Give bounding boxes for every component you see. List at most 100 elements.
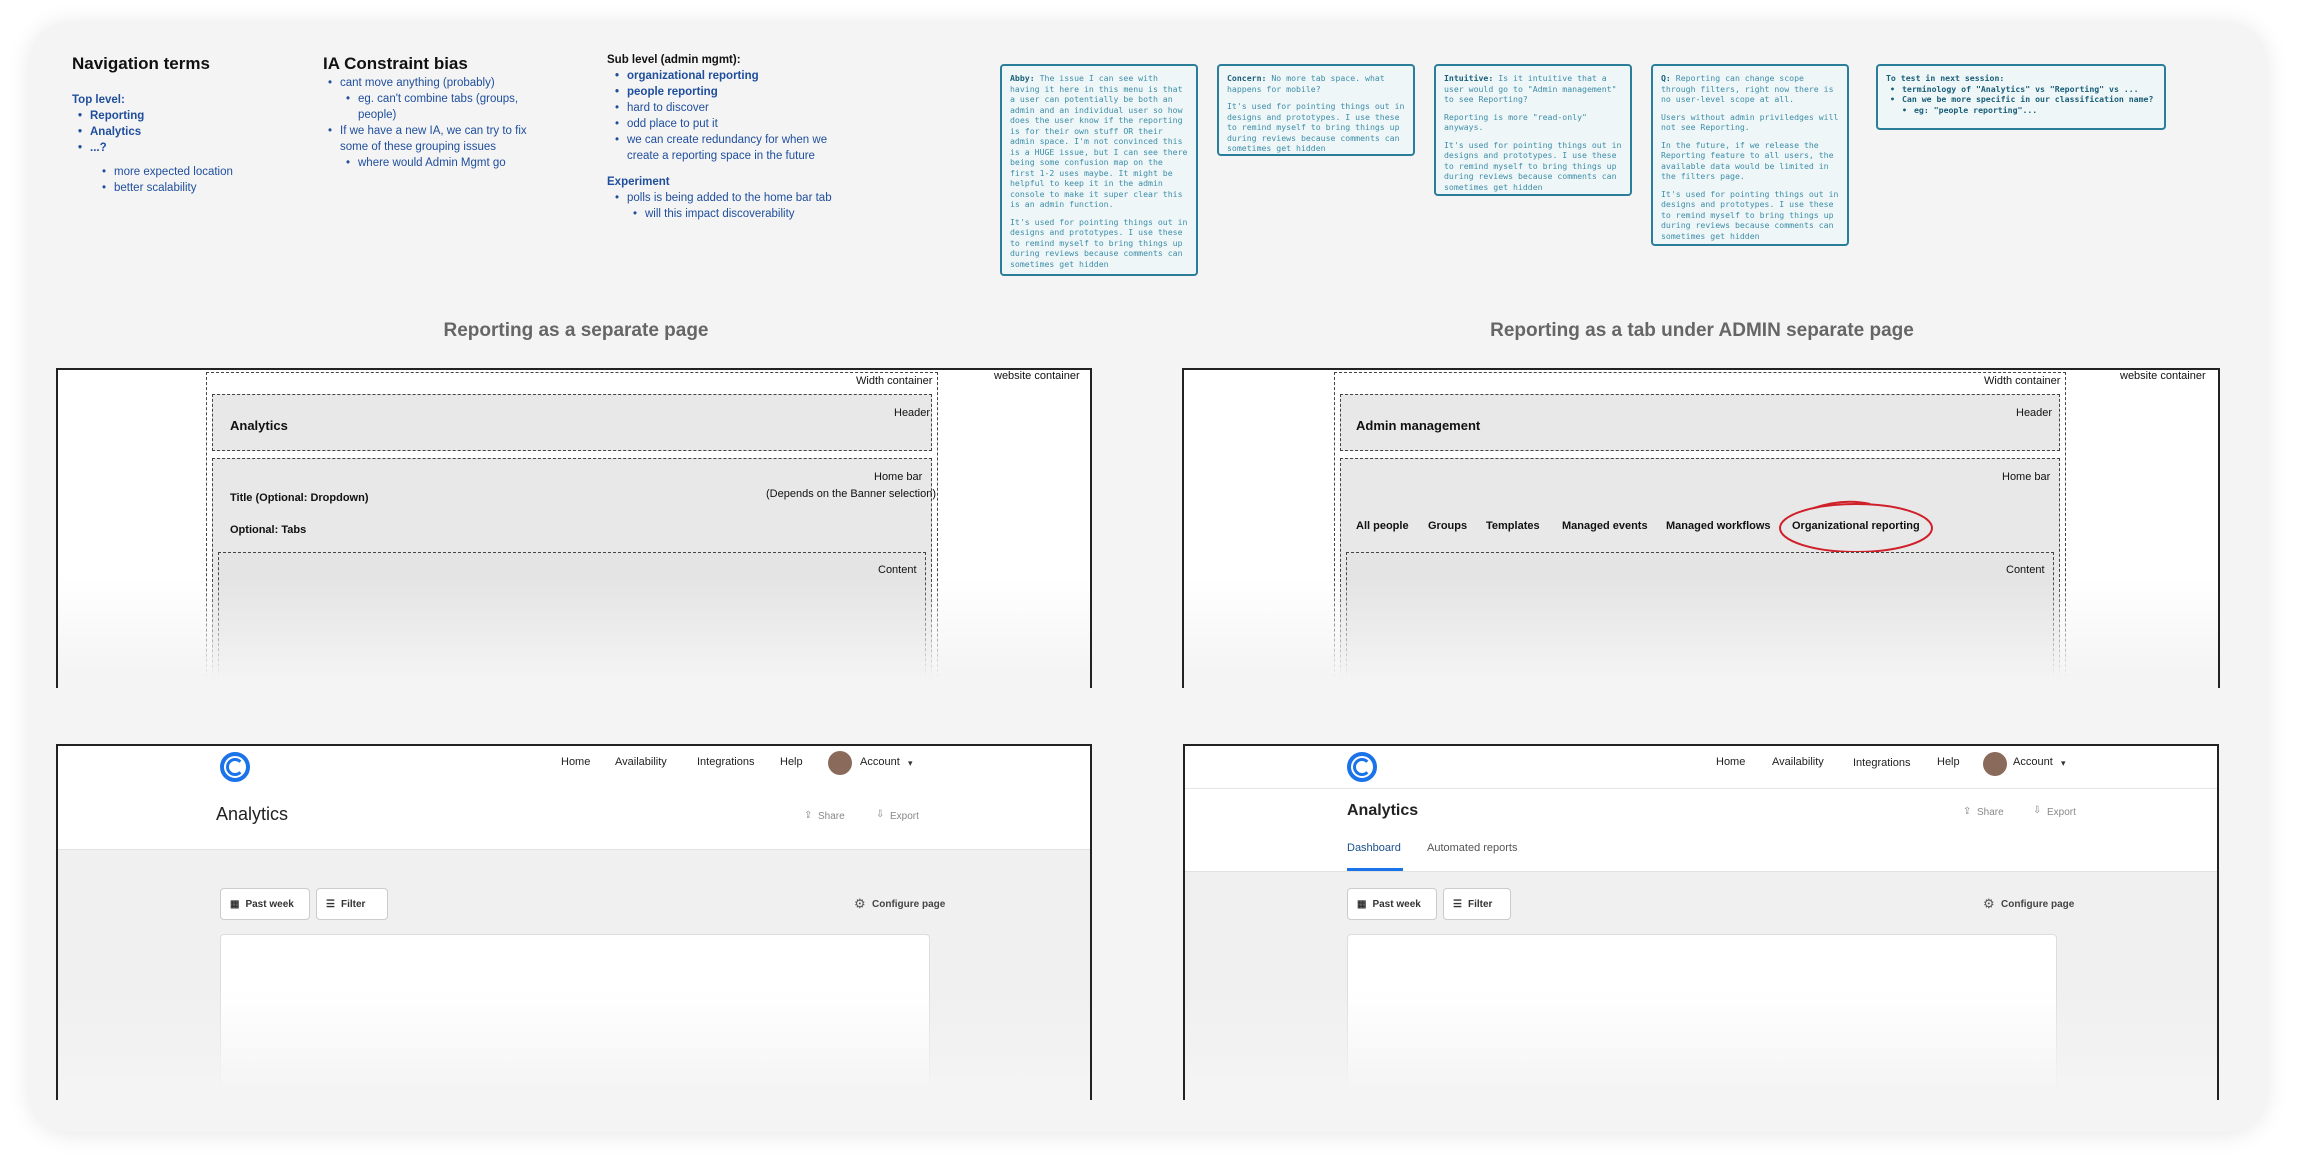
nav-availability[interactable]: Availability [615, 756, 667, 768]
tab-automated-reports[interactable]: Automated reports [1427, 842, 1518, 854]
logo-inner-icon [226, 758, 244, 776]
header-label: Header [894, 407, 931, 419]
nav-home[interactable]: Home [1716, 756, 1745, 768]
experiment-sub-item: will this impact discoverability [633, 206, 847, 222]
nav-integrations[interactable]: Integrations [1853, 757, 1910, 769]
tab-templates[interactable]: Templates [1486, 520, 1540, 532]
nav-help[interactable]: Help [1937, 756, 1960, 768]
sub-level-title: Sub level (admin mgmt): [607, 54, 741, 66]
header-title: Admin management [1356, 418, 1481, 433]
share-icon[interactable]: ⇪ [804, 810, 812, 821]
content-label: Content [878, 564, 917, 576]
past-week-button[interactable]: ▦ Past week [1347, 888, 1437, 920]
past-week-button[interactable]: ▦ Past week [220, 888, 310, 920]
tabs-optional-label: Optional: Tabs [230, 524, 307, 536]
header-label: Header [2016, 407, 2053, 419]
sticky-text: It's used for pointing things out in des… [1227, 101, 1405, 153]
chevron-down-icon[interactable]: ▾ [2061, 758, 2066, 769]
export-icon[interactable]: ⇩ [876, 809, 884, 820]
chevron-down-icon[interactable]: ▾ [908, 758, 913, 769]
export-button[interactable]: Export [2047, 807, 2076, 818]
sub-item: we can create redundancy for when we cre… [615, 132, 847, 164]
sticky-text: It's used for pointing things out in des… [1444, 139, 1622, 192]
export-button[interactable]: Export [890, 811, 919, 822]
nav-sub-item: more expected location [102, 164, 272, 180]
ia-sub-item: eg. can't combine tabs (groups, people) [346, 91, 538, 123]
sticky-item: terminology of "Analytics" vs "Reporting… [1890, 84, 2156, 95]
sub-item: organizational reporting [615, 68, 847, 84]
experiment-item: polls is being added to the home bar tab [615, 190, 847, 206]
title-optional-label: Title (Optional: Dropdown) [230, 492, 369, 504]
ia-item: If we have a new IA, we can try to fix s… [328, 123, 538, 155]
content-label: Content [2006, 564, 2045, 576]
share-button[interactable]: Share [818, 811, 845, 822]
sticky-item: eg: "people reporting"... [1902, 105, 2156, 116]
export-icon[interactable]: ⇩ [2033, 805, 2041, 816]
home-bar-label: Home bar [2002, 471, 2051, 483]
fade-overlay [58, 990, 1090, 1100]
active-tab-indicator [1347, 868, 1403, 871]
sticky-lead: Abby: [1010, 73, 1035, 83]
section-title-left: Reporting as a separate page [443, 320, 709, 341]
configure-page-button[interactable]: Configure page [2001, 899, 2074, 910]
nav-terms-title: Navigation terms [72, 54, 210, 73]
nav-help[interactable]: Help [780, 756, 803, 768]
ia-title: IA Constraint bias [323, 54, 468, 73]
gear-icon[interactable]: ⚙ [854, 896, 866, 912]
tab-all-people[interactable]: All people [1356, 520, 1409, 532]
page-title: Analytics [216, 804, 289, 824]
nav-integrations[interactable]: Integrations [697, 756, 754, 768]
sub-item: hard to discover [615, 100, 847, 116]
wireframe-separate-page: website container Width container Header… [56, 368, 1092, 688]
sticky-text: The issue I can see with having it here … [1010, 73, 1188, 209]
canvas-board: Navigation terms Top level: Reporting An… [30, 22, 2266, 1132]
filter-button[interactable]: ☰ Filter [316, 888, 388, 920]
website-container-label: website container [994, 370, 1080, 382]
header-block [212, 394, 932, 451]
share-button[interactable]: Share [1977, 807, 2004, 818]
filter-button[interactable]: ☰ Filter [1443, 888, 1511, 920]
gear-icon[interactable]: ⚙ [1983, 896, 1995, 912]
nav-terms-list: Top level: Reporting Analytics ...? more… [72, 92, 272, 196]
app-mock-separate-page: Home Availability Integrations Help Acco… [56, 744, 1092, 1100]
past-week-label: Past week [1372, 898, 1421, 910]
top-level-label: Top level: [72, 94, 125, 106]
sticky-lead: Q: [1661, 73, 1671, 83]
sticky-note-intuitive[interactable]: Intuitive: Is it intuitive that a user w… [1434, 64, 1632, 196]
tab-managed-workflows[interactable]: Managed workflows [1666, 520, 1771, 532]
sticky-note-concern[interactable]: Concern: No more tab space. what happens… [1217, 64, 1415, 156]
account-menu[interactable]: Account [2013, 756, 2053, 768]
calendar-icon: ▦ [1357, 898, 1367, 910]
header-divider [1185, 788, 2217, 789]
share-icon[interactable]: ⇪ [1963, 806, 1971, 817]
nav-availability[interactable]: Availability [1772, 756, 1824, 768]
width-container-label: Width container [856, 375, 933, 387]
app-mock-admin-tab: Home Availability Integrations Help Acco… [1183, 744, 2219, 1100]
sticky-title: To test in next session: [1886, 73, 2005, 83]
nav-item: Reporting [78, 108, 272, 124]
sub-item: people reporting [615, 84, 847, 100]
experiment-title: Experiment [607, 176, 670, 188]
fade-overlay [1184, 578, 2218, 688]
depends-label: (Depends on the Banner selection) [766, 488, 936, 500]
sticky-note-to-test[interactable]: To test in next session: terminology of … [1876, 64, 2166, 130]
sub-level-list: Sub level (admin mgmt): organizational r… [607, 52, 847, 222]
account-menu[interactable]: Account [860, 756, 900, 768]
sticky-lead: Concern: [1227, 73, 1267, 83]
page-title: Analytics [1347, 802, 1419, 819]
sticky-text: Users without admin priviledges will not… [1661, 111, 1839, 133]
configure-page-button[interactable]: Configure page [872, 899, 945, 910]
sticky-note-abby[interactable]: Abby: The issue I can see with having it… [1000, 64, 1198, 276]
tab-groups[interactable]: Groups [1428, 520, 1467, 532]
website-container-label: website container [2120, 370, 2206, 382]
sticky-note-question[interactable]: Q: Reporting can change scope through fi… [1651, 64, 1849, 246]
sticky-text: Reporting is more "read-only" anyways. [1444, 111, 1587, 133]
tab-managed-events[interactable]: Managed events [1562, 520, 1648, 532]
nav-home[interactable]: Home [561, 756, 590, 768]
width-container-label: Width container [1984, 375, 2061, 387]
tab-dashboard[interactable]: Dashboard [1347, 842, 1401, 854]
avatar[interactable] [1983, 752, 2007, 776]
avatar[interactable] [828, 751, 852, 775]
fade-overlay [1185, 990, 2217, 1100]
filter-icon: ☰ [326, 898, 335, 910]
